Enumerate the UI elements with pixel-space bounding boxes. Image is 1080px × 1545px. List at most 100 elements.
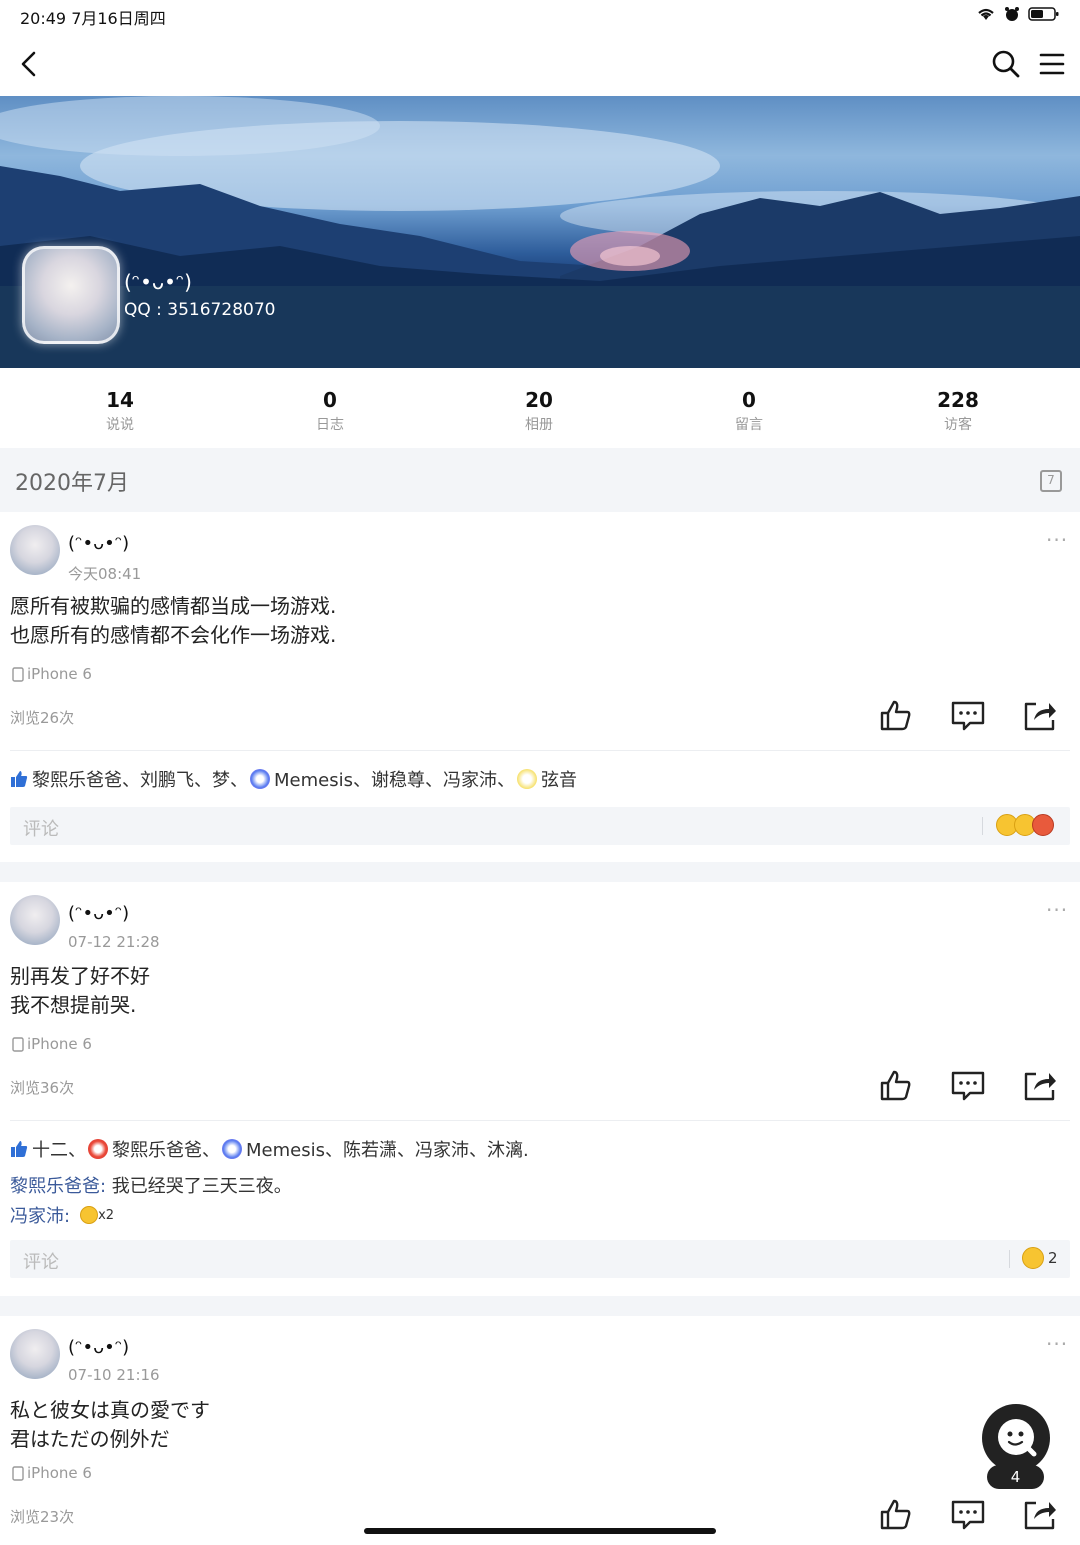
reaction-count-button[interactable]: 2 bbox=[1022, 1247, 1058, 1269]
liker-name[interactable]: 梦、 bbox=[212, 766, 248, 792]
phone-icon bbox=[12, 1036, 24, 1052]
device-name: iPhone 6 bbox=[27, 1464, 92, 1482]
post-author[interactable]: (ᵔ•ᴗ•ᵔ) bbox=[68, 903, 129, 924]
fab-badge: 4 bbox=[987, 1465, 1044, 1489]
stats-bar: 14 说说 0 日志 20 相册 0 留言 228 访客 bbox=[0, 368, 1080, 448]
cover-banner[interactable]: (ᵔ•ᴗ•ᵔ) QQ : 3516728070 bbox=[0, 96, 1080, 368]
comment-item: 冯家沛: x2 bbox=[10, 1202, 114, 1228]
post-avatar[interactable] bbox=[10, 1329, 60, 1379]
comment-icon[interactable] bbox=[950, 698, 986, 734]
comment-author[interactable]: 黎熙乐爸爸: bbox=[10, 1176, 106, 1197]
stat-rizhi[interactable]: 0 日志 bbox=[270, 388, 390, 434]
month-title: 2020年7月 bbox=[15, 471, 129, 496]
likes-list: 黎熙乐爸爸、 刘鹏飞、 梦、 Memesis、 谢稳尊、 冯家沛、 弦音 bbox=[10, 766, 577, 792]
liker-name[interactable]: Memesis、 bbox=[246, 1136, 343, 1162]
comment-icon[interactable] bbox=[950, 1497, 986, 1533]
floating-message-button[interactable] bbox=[982, 1404, 1050, 1472]
thumbs-up-icon[interactable] bbox=[878, 1068, 914, 1104]
comment-icon[interactable] bbox=[950, 1068, 986, 1104]
profile-qq: QQ : 3516728070 bbox=[124, 300, 276, 320]
stat-fangke[interactable]: 228 访客 bbox=[898, 388, 1018, 434]
stat-xiangce[interactable]: 20 相册 bbox=[479, 388, 599, 434]
post-device: iPhone 6 bbox=[12, 665, 92, 683]
divider bbox=[10, 1120, 1070, 1121]
stat-liuyan[interactable]: 0 留言 bbox=[689, 388, 809, 434]
search-icon[interactable] bbox=[984, 42, 1028, 86]
divider bbox=[1009, 1250, 1010, 1268]
post-line: 也愿所有的感情都不会化作一场游戏. bbox=[10, 623, 337, 647]
status-bar: 20:49 7月16日周四 bbox=[0, 0, 1080, 34]
reaction-count: 2 bbox=[1048, 1249, 1058, 1267]
post-avatar[interactable] bbox=[10, 895, 60, 945]
comment-text: 我已经哭了三天三夜。 bbox=[106, 1176, 292, 1197]
liker-name[interactable]: 黎熙乐爸爸、 bbox=[112, 1136, 220, 1162]
chat-face-icon bbox=[998, 1419, 1037, 1457]
post-author[interactable]: (ᵔ•ᴗ•ᵔ) bbox=[68, 533, 129, 554]
like-small-icon bbox=[11, 771, 28, 787]
user-badge-icon bbox=[222, 1139, 242, 1159]
more-options-icon[interactable]: ··· bbox=[1046, 1332, 1068, 1356]
stat-label: 日志 bbox=[316, 417, 344, 433]
user-badge-icon bbox=[88, 1139, 108, 1159]
status-icons bbox=[976, 6, 1060, 22]
liker-name[interactable]: 冯家沛、 bbox=[415, 1136, 487, 1162]
divider bbox=[10, 750, 1070, 751]
laugh-emoji-icon bbox=[80, 1206, 99, 1224]
share-icon[interactable] bbox=[1022, 1497, 1058, 1533]
stat-value: 0 bbox=[323, 388, 337, 412]
post-content: 别再发了好不好 我不想提前哭. bbox=[10, 962, 150, 1020]
comment-input[interactable]: 评论 bbox=[10, 807, 1070, 845]
like-small-icon bbox=[11, 1141, 28, 1157]
user-badge-icon bbox=[250, 769, 270, 789]
stat-label: 留言 bbox=[735, 417, 763, 433]
status-time: 20:49 7月16日周四 bbox=[20, 9, 166, 28]
liker-name[interactable]: 沐漓. bbox=[487, 1136, 529, 1162]
user-badge-icon bbox=[516, 769, 537, 789]
back-arrow-icon[interactable] bbox=[8, 42, 52, 86]
stat-value: 0 bbox=[742, 388, 756, 412]
post-line: 愿所有被欺骗的感情都当成一场游戏. bbox=[10, 594, 337, 618]
liker-name[interactable]: 谢稳尊、 bbox=[371, 766, 443, 792]
share-icon[interactable] bbox=[1022, 698, 1058, 734]
post-separator bbox=[0, 1296, 1080, 1316]
liker-name[interactable]: 黎熙乐爸爸、 bbox=[32, 766, 140, 792]
post-separator bbox=[0, 862, 1080, 882]
menu-icon[interactable] bbox=[1030, 42, 1074, 86]
comment-placeholder: 评论 bbox=[23, 819, 59, 840]
post-time: 07-12 21:28 bbox=[68, 933, 160, 951]
wifi-icon bbox=[978, 8, 994, 20]
stat-value: 14 bbox=[106, 388, 134, 412]
share-icon[interactable] bbox=[1022, 1068, 1058, 1104]
stat-shuoshuo[interactable]: 14 说说 bbox=[60, 388, 180, 434]
profile-avatar[interactable] bbox=[22, 246, 120, 344]
divider bbox=[982, 817, 983, 835]
comment-author[interactable]: 冯家沛: bbox=[10, 1202, 70, 1228]
post-views: 浏览26次 bbox=[10, 709, 75, 727]
more-options-icon[interactable]: ··· bbox=[1046, 528, 1068, 552]
liker-name[interactable]: Memesis、 bbox=[274, 766, 371, 792]
stat-label: 相册 bbox=[525, 417, 553, 433]
post-line: 君はただの例外だ bbox=[10, 1427, 170, 1451]
gift-emoji-icon bbox=[1032, 814, 1054, 836]
stat-value: 20 bbox=[525, 388, 553, 412]
reaction-emojis-icon[interactable] bbox=[996, 814, 1054, 836]
liker-name[interactable]: 十二、 bbox=[32, 1136, 86, 1162]
calendar-icon[interactable]: 7 bbox=[1040, 470, 1062, 492]
comment-input[interactable]: 评论 2 bbox=[10, 1240, 1070, 1278]
post-author[interactable]: (ᵔ•ᴗ•ᵔ) bbox=[68, 1337, 129, 1358]
home-indicator[interactable] bbox=[364, 1528, 716, 1534]
post-views: 浏览36次 bbox=[10, 1079, 75, 1097]
liker-name[interactable]: 陈若潇、 bbox=[343, 1136, 415, 1162]
liker-name[interactable]: 刘鹏飞、 bbox=[140, 766, 212, 792]
mountain-landscape bbox=[0, 96, 1080, 368]
more-options-icon[interactable]: ··· bbox=[1046, 898, 1068, 922]
post-avatar[interactable] bbox=[10, 525, 60, 575]
profile-name: (ᵔ•ᴗ•ᵔ) bbox=[124, 270, 192, 294]
post-content: 愿所有被欺骗的感情都当成一场游戏. 也愿所有的感情都不会化作一场游戏. bbox=[10, 592, 336, 650]
thumbs-up-icon[interactable] bbox=[878, 698, 914, 734]
post-line: 别再发了好不好 bbox=[10, 964, 150, 988]
phone-icon bbox=[12, 666, 24, 682]
thumbs-up-icon[interactable] bbox=[878, 1497, 914, 1533]
liker-name[interactable]: 弦音 bbox=[541, 766, 577, 792]
liker-name[interactable]: 冯家沛、 bbox=[443, 766, 515, 792]
